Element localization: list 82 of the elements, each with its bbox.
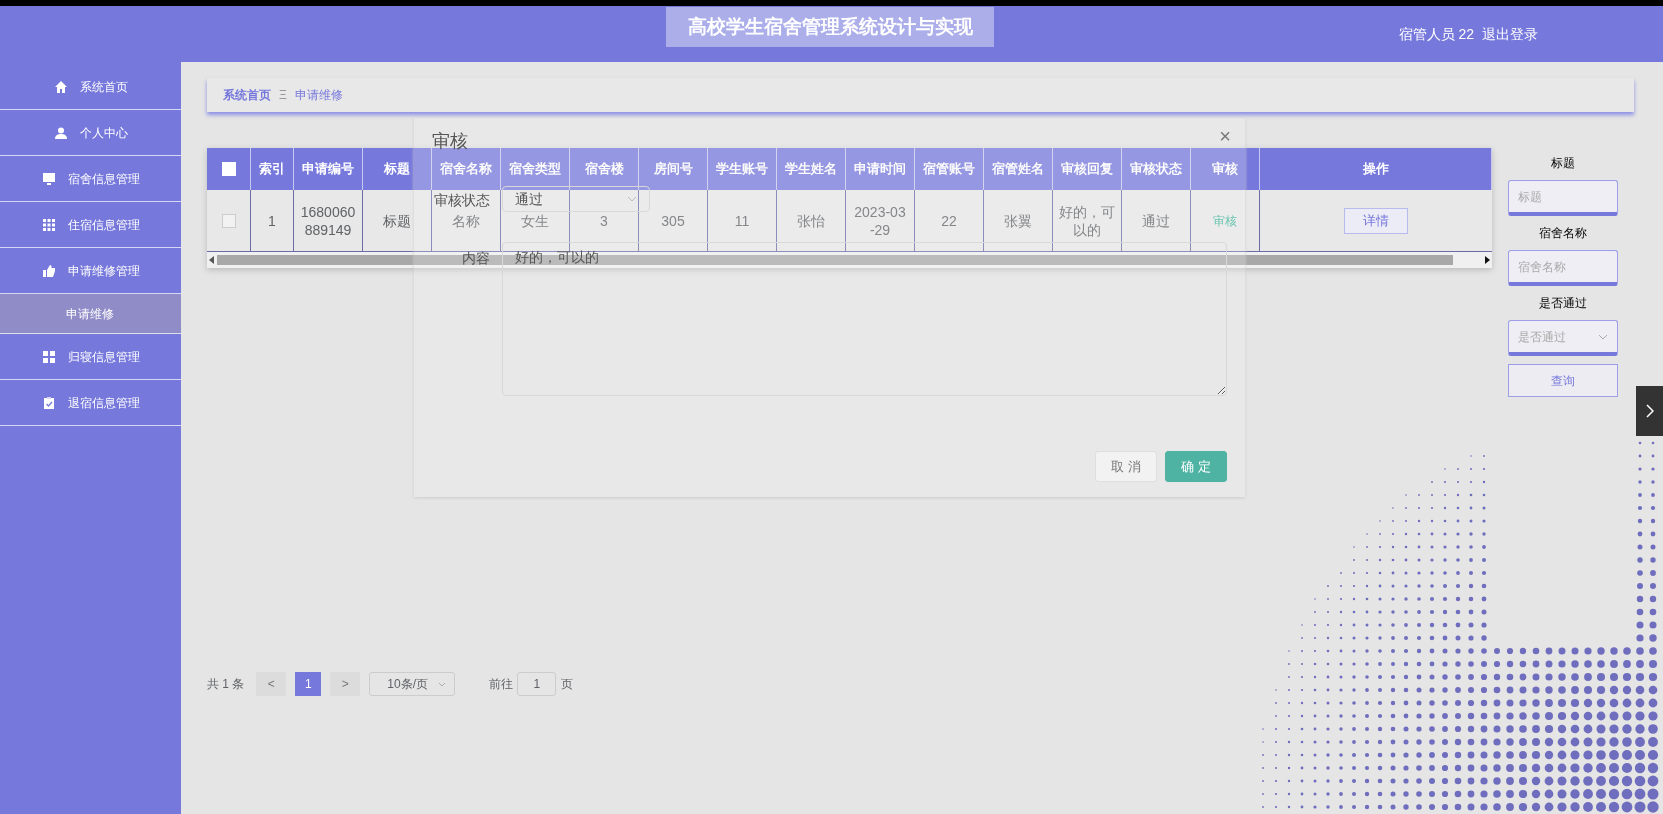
table-cell: 张怡 [797, 211, 825, 230]
table-cell: 通过 [1142, 211, 1170, 230]
field-label: 审核状态 [434, 191, 490, 210]
field-label: 内容 [462, 249, 490, 268]
sidebar-subitem[interactable]: 申请维修 [0, 294, 181, 334]
table-cell: 11 [734, 211, 750, 230]
table-cell: 好的，可以的 [1059, 202, 1115, 239]
grid-icon [41, 217, 56, 232]
goto-label: 前往 [489, 676, 514, 693]
column-header: 房间号 [639, 148, 708, 190]
column-header: 申请编号 [294, 148, 363, 190]
monitor-icon [41, 171, 56, 186]
chevron-down-icon [627, 196, 637, 202]
side-tab[interactable] [1636, 386, 1663, 436]
scroll-right-icon[interactable] [1484, 256, 1490, 264]
table-cell: 1 [268, 211, 276, 230]
dialog-title: 审核 [432, 132, 468, 150]
column-header: 宿管姓名 [984, 148, 1053, 190]
column-header: 宿管账号 [915, 148, 984, 190]
user-label: 宿管人员 22 [1398, 25, 1474, 44]
detail-button[interactable]: 详情 [1344, 207, 1408, 234]
table-cell: 名称 [452, 211, 480, 230]
sidebar-item[interactable]: 个人中心 [0, 110, 181, 156]
column-header: 申请时间 [846, 148, 915, 190]
input-field[interactable]: 标题 [1508, 180, 1618, 216]
confirm-button[interactable]: 确 定 [1165, 451, 1227, 482]
breadcrumb-separator: Ξ [279, 87, 287, 104]
clipboard-check-icon [41, 395, 56, 410]
column-header: 宿舍类型 [501, 148, 570, 190]
grid-icon [41, 349, 56, 364]
breadcrumb-link[interactable]: 系统首页 [223, 86, 271, 104]
table-cell: 标题 [383, 211, 411, 230]
table-cell: 22 [941, 211, 957, 230]
table-cell: 305 [661, 211, 685, 230]
chevron-right-icon[interactable] [1645, 404, 1654, 418]
total-count: 共 1 条 [207, 676, 245, 693]
sidebar-item[interactable]: 住宿信息管理 [0, 202, 181, 248]
sidebar-item[interactable]: 宿舍信息管理 [0, 156, 181, 202]
next-page-button[interactable]: > [330, 672, 361, 696]
field-label: 宿舍名称 [1539, 225, 1587, 242]
field-label: 是否通过 [1539, 295, 1587, 312]
column-header: 审核 [1191, 148, 1260, 190]
page-suffix: 页 [561, 676, 574, 693]
page-button[interactable]: 1 [295, 672, 322, 696]
cancel-button[interactable]: 取 消 [1095, 451, 1157, 482]
column-header: 宿舍楼 [570, 148, 639, 190]
select-field[interactable]: 通过 [502, 186, 650, 212]
select-field[interactable]: 是否通过 [1508, 320, 1618, 356]
app-title: 高校学生宿舍管理系统设计与实现 [687, 14, 973, 39]
horizontal-scrollbar[interactable] [207, 252, 1492, 268]
column-header: 学生姓名 [777, 148, 846, 190]
field-label: 标题 [1551, 155, 1575, 172]
page-input[interactable]: 1 [517, 672, 557, 696]
table-cell: 女生 [521, 211, 549, 230]
table-cell-text: 2023-03-29 [853, 202, 907, 239]
search-button[interactable]: 查询 [1508, 364, 1618, 397]
user-icon [53, 125, 68, 140]
chevron-down-icon [1598, 333, 1608, 340]
logout-link[interactable]: 退出登录 [1482, 24, 1538, 45]
hand-icon [41, 263, 56, 278]
home-icon [53, 79, 68, 94]
breadcrumb-link[interactable]: 申请维修 [294, 86, 343, 104]
scroll-left-icon[interactable] [209, 256, 215, 264]
sidebar-item[interactable]: 退宿信息管理 [0, 380, 181, 426]
column-header: 索引 [251, 148, 294, 190]
close-button[interactable]: × [1219, 124, 1231, 148]
chevron-down-icon [438, 681, 447, 687]
previous-page-button[interactable]: < [256, 672, 287, 696]
column-header: 操作 [1260, 148, 1492, 190]
column-header: 审核回复 [1053, 148, 1122, 190]
input-field[interactable]: 宿舍名称 [1508, 250, 1618, 286]
table-cell: 3 [600, 211, 608, 230]
table-cell: 1680060889149 [300, 202, 356, 239]
sidebar-item[interactable]: 系统首页 [0, 64, 181, 110]
column-header: 审核状态 [1122, 148, 1191, 190]
table-cell: 张翼 [1004, 211, 1032, 230]
column-header: 标题 [363, 148, 432, 190]
checkbox[interactable] [221, 213, 236, 228]
sidebar-item[interactable]: 归寝信息管理 [0, 334, 181, 380]
page-size-select[interactable]: 10条/页 [369, 672, 456, 696]
column-header: 学生账号 [708, 148, 777, 190]
text-area[interactable]: 好的，可以的 [502, 242, 1227, 396]
